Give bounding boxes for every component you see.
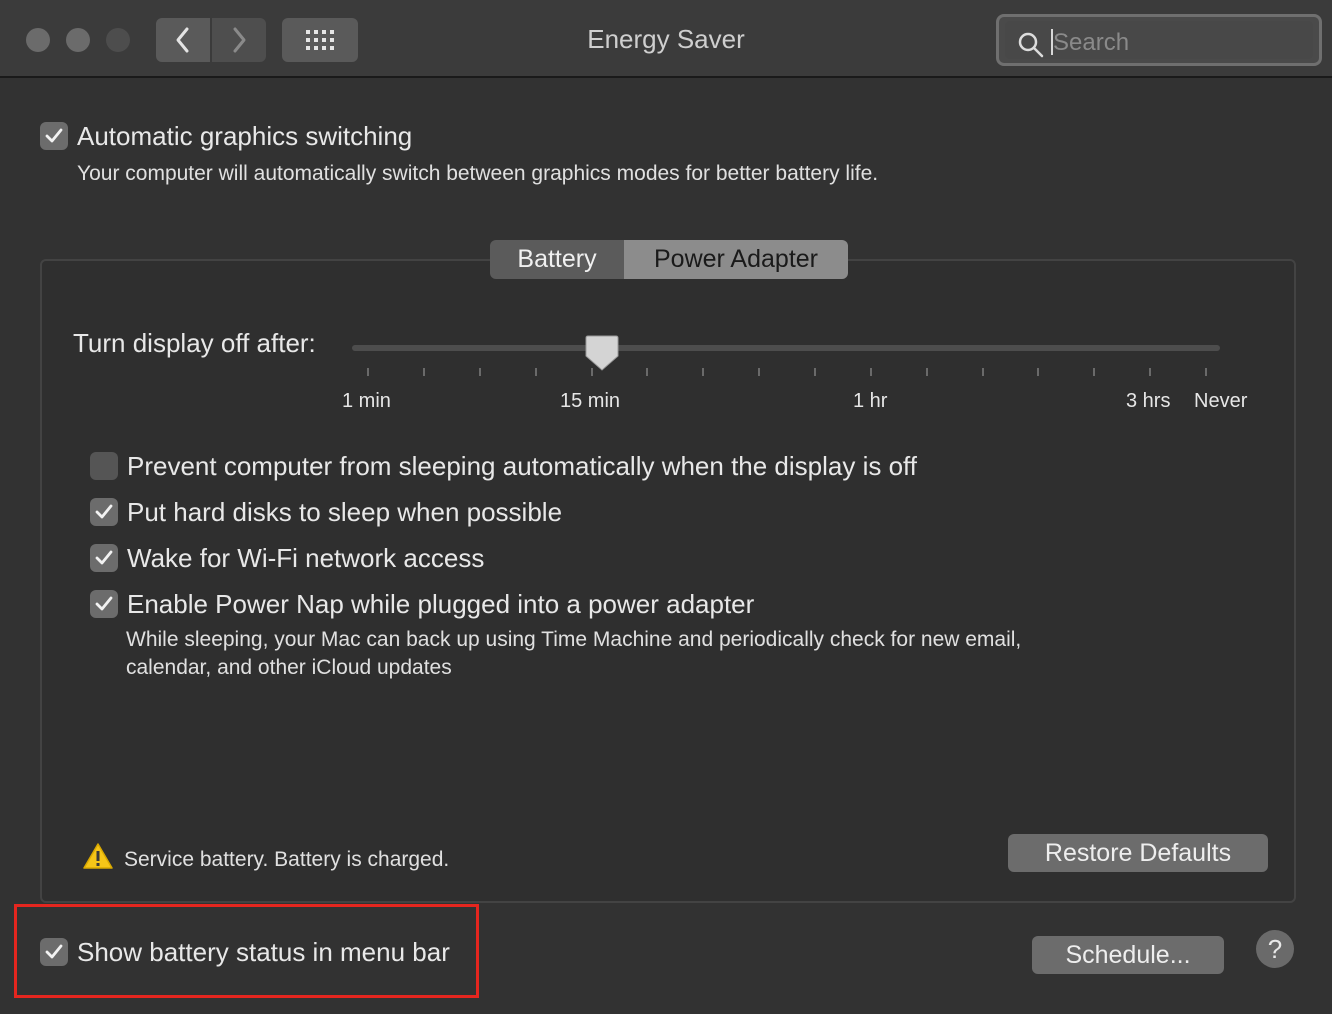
slider-tick (423, 368, 425, 376)
slider-thumb[interactable] (585, 334, 619, 372)
wake-wifi-checkbox[interactable] (90, 544, 118, 572)
slider-tick (758, 368, 760, 376)
slider-tick (479, 368, 481, 376)
slider-tick (535, 368, 537, 376)
slider-tick (702, 368, 704, 376)
search-placeholder: Search (1053, 29, 1130, 56)
warning-text: Service battery. Battery is charged. (124, 848, 450, 871)
tick-label-1-hr: 1 hr (853, 390, 888, 412)
slider-tick (367, 368, 369, 376)
tick-label-15-min: 15 min (560, 390, 621, 412)
slider-tick (1149, 368, 1151, 376)
title-bar: Energy Saver Search (0, 0, 1332, 78)
slider-tick (591, 368, 593, 376)
prevent-sleep-checkbox[interactable] (90, 452, 118, 480)
search-input[interactable]: Search (1005, 21, 1313, 59)
tab-battery[interactable]: Battery (490, 240, 624, 279)
disk-sleep-label: Put hard disks to sleep when possible (127, 497, 563, 527)
graphics-switching-checkbox[interactable] (40, 122, 68, 150)
checkmark-icon (95, 596, 113, 611)
power-nap-description-line2: calendar, and other iCloud updates (126, 656, 452, 679)
prevent-sleep-label: Prevent computer from sleeping automatic… (127, 451, 918, 481)
slider-tick (982, 368, 984, 376)
slider-tick (870, 368, 872, 376)
slider-tick (1093, 368, 1095, 376)
power-nap-description-line1: While sleeping, your Mac can back up usi… (126, 628, 1022, 651)
restore-defaults-button[interactable]: Restore Defaults (1008, 834, 1268, 872)
slider-tick (646, 368, 648, 376)
tick-label-3-hrs: 3 hrs (1126, 390, 1171, 412)
graphics-switching-label: Automatic graphics switching (77, 121, 413, 151)
checkmark-icon (45, 128, 63, 143)
search-icon (1018, 32, 1044, 58)
power-nap-label: Enable Power Nap while plugged into a po… (127, 589, 755, 619)
slider-tick (926, 368, 928, 376)
power-nap-checkbox[interactable] (90, 590, 118, 618)
wake-wifi-label: Wake for Wi-Fi network access (127, 543, 485, 573)
graphics-switching-description: Your computer will automatically switch … (77, 162, 879, 185)
tab-power-adapter[interactable]: Power Adapter (624, 240, 848, 279)
checkmark-icon (95, 550, 113, 565)
help-button[interactable]: ? (1256, 930, 1294, 968)
display-off-label: Turn display off after: (73, 328, 316, 358)
warning-icon (83, 843, 113, 869)
search-box[interactable]: Search (996, 14, 1322, 66)
disk-sleep-checkbox[interactable] (90, 498, 118, 526)
display-off-slider[interactable] (352, 345, 1220, 351)
tick-label-never: Never (1194, 390, 1248, 412)
checkmark-icon (95, 504, 113, 519)
schedule-button[interactable]: Schedule... (1032, 936, 1224, 974)
slider-tick (1205, 368, 1207, 376)
tick-label-1-min: 1 min (342, 390, 391, 412)
energy-saver-window: Energy Saver Search Automatic graphics s… (0, 0, 1332, 1014)
slider-tick (814, 368, 816, 376)
highlight-box (14, 904, 479, 998)
slider-tick (1037, 368, 1039, 376)
